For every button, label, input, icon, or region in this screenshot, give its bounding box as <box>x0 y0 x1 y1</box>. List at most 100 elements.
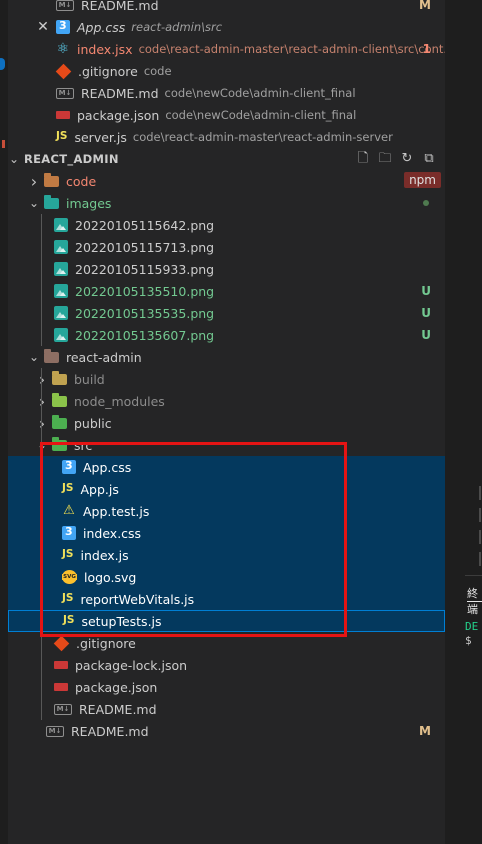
open-editor-item[interactable]: M↓ README.md code\newCode\admin-client_fin… <box>8 82 445 104</box>
new-folder-icon[interactable]: 🗀 <box>377 151 393 167</box>
tree-item-name: .gitignore <box>76 635 136 651</box>
tree-item-name: 20220105115933.png <box>75 261 215 277</box>
test-file-icon: ⚠ <box>63 503 75 518</box>
open-editor-name: package.json <box>77 107 160 123</box>
status-badge: M <box>419 0 431 12</box>
tree-item-name: code <box>66 173 97 189</box>
tree-item-name: package.json <box>75 679 158 695</box>
file-item[interactable]: App.css <box>8 456 445 478</box>
image-file-icon <box>54 306 68 320</box>
tree-item-name: App.test.js <box>83 503 150 519</box>
markdown-file-icon: M↓ <box>46 725 64 737</box>
chevron-down-icon: ⌄ <box>36 438 48 452</box>
chevron-right-icon: › <box>38 391 46 411</box>
folder-icon <box>44 348 59 363</box>
chevron-down-icon: ⌄ <box>28 350 40 364</box>
open-editor-name: App.css <box>77 19 126 35</box>
open-editor-path: react-admin\src <box>131 20 223 34</box>
project-section-header[interactable]: ⌄ REACT_ADMIN 🗋 🗀 ↻ ⧉ <box>8 148 445 170</box>
folder-icon <box>52 414 67 429</box>
file-item[interactable]: JS setupTests.js <box>8 610 445 632</box>
file-item[interactable]: 20220105115933.png <box>8 258 445 280</box>
tree-item-name: node_modules <box>74 393 165 409</box>
javascript-file-icon: JS <box>62 482 74 494</box>
open-editor-item[interactable]: .gitignore code <box>8 60 445 82</box>
javascript-file-icon: JS <box>62 548 74 560</box>
file-item[interactable]: 20220105135510.png U <box>8 280 445 302</box>
folder-item-code[interactable]: › code npm <box>8 170 445 192</box>
open-editor-item[interactable]: ⚛ index.jsx code\react-admin-master\react-… <box>8 38 445 60</box>
open-editor-name: README.md <box>81 85 159 101</box>
git-status-badge: U <box>421 306 431 320</box>
file-item[interactable]: JS reportWebVitals.js <box>8 588 445 610</box>
chevron-right-icon: › <box>30 171 38 191</box>
open-editor-path: code\newCode\admin-client_final <box>164 86 356 100</box>
status-badge: 1 <box>422 42 431 56</box>
modified-dot-icon <box>423 200 429 206</box>
file-item[interactable]: ⚠ App.test.js <box>8 500 445 522</box>
css-file-icon <box>56 19 70 34</box>
image-file-icon <box>54 240 68 254</box>
file-item[interactable]: JS index.js <box>8 544 445 566</box>
file-item[interactable]: JS App.js <box>8 478 445 500</box>
javascript-file-icon: JS <box>62 592 74 604</box>
tree-item-name: index.js <box>80 547 129 563</box>
close-icon[interactable]: ✕ <box>36 19 50 35</box>
npm-file-icon <box>54 683 68 691</box>
open-editor-item[interactable]: JS server.js code\react-admin-master\react… <box>8 126 445 148</box>
file-item[interactable]: package.json <box>8 676 445 698</box>
terminal-tab[interactable]: 終端 <box>467 585 482 617</box>
file-item[interactable]: 20220105115713.png <box>8 236 445 258</box>
svg-file-icon <box>62 570 77 584</box>
file-item[interactable]: .gitignore <box>8 632 445 654</box>
file-item[interactable]: index.css <box>8 522 445 544</box>
new-file-icon[interactable]: 🗋 <box>355 151 371 167</box>
open-editor-item[interactable]: ✕ App.css react-admin\src <box>8 16 445 38</box>
indent-guide <box>41 214 42 346</box>
open-editor-item[interactable]: package.json code\newCode\admin-client_fi… <box>8 104 445 126</box>
markdown-file-icon: M↓ <box>56 87 74 99</box>
folder-item-react-admin[interactable]: ⌄ react-admin <box>8 346 445 368</box>
tree-item-name: build <box>74 371 105 387</box>
tree-item-name: logo.svg <box>84 569 137 585</box>
javascript-file-icon: JS <box>56 130 68 142</box>
file-item[interactable]: package-lock.json <box>8 654 445 676</box>
tree-item-name: 20220105135607.png <box>75 327 215 343</box>
tree-item-name: 20220105115642.png <box>75 217 215 233</box>
project-title: REACT_ADMIN <box>24 152 119 166</box>
folder-item-images[interactable]: ⌄ images <box>8 192 445 214</box>
open-editor-item[interactable]: M↓ README.md M <box>8 0 445 16</box>
indent-guide <box>41 368 42 720</box>
open-editor-path: code\react-admin-master\react-admin-clie… <box>138 42 445 56</box>
tree-item-name: public <box>74 415 112 431</box>
accounts-badge-icon[interactable] <box>0 58 5 70</box>
folder-item-build[interactable]: › build <box>8 368 445 390</box>
overview-ruler-mark <box>479 486 481 500</box>
folder-item-public[interactable]: › public <box>8 412 445 434</box>
folder-item-node_modules[interactable]: › node_modules <box>8 390 445 412</box>
chevron-down-icon: ⌄ <box>28 196 40 210</box>
tree-item-name: README.md <box>79 701 157 717</box>
css-file-icon <box>62 459 76 474</box>
file-item[interactable]: M↓ README.md <box>8 698 445 720</box>
file-item[interactable]: logo.svg <box>8 566 445 588</box>
overview-ruler-mark <box>479 508 481 522</box>
explorer-view: M↓ README.md M ✕ App.css react-admin\src ⚛ inde… <box>8 0 445 844</box>
tree-item-name: index.css <box>83 525 142 541</box>
markdown-file-icon: M↓ <box>56 0 74 11</box>
open-editor-name: index.jsx <box>77 41 133 57</box>
terminal-prompt: $ <box>465 634 472 647</box>
folder-icon <box>52 392 67 407</box>
refresh-icon[interactable]: ↻ <box>399 151 415 167</box>
folder-item-src[interactable]: ⌄ src <box>8 434 445 456</box>
image-file-icon <box>54 218 68 232</box>
tree-item-name: images <box>66 195 112 211</box>
tree-item-name: 20220105135510.png <box>75 283 215 299</box>
file-item[interactable]: M↓ README.md M <box>8 720 445 742</box>
file-item[interactable]: 20220105115642.png <box>8 214 445 236</box>
file-item[interactable]: 20220105135607.png U <box>8 324 445 346</box>
collapse-all-icon[interactable]: ⧉ <box>421 151 437 167</box>
tree-item-name: package-lock.json <box>75 657 188 673</box>
git-file-icon <box>53 635 70 651</box>
file-item[interactable]: 20220105135535.png U <box>8 302 445 324</box>
